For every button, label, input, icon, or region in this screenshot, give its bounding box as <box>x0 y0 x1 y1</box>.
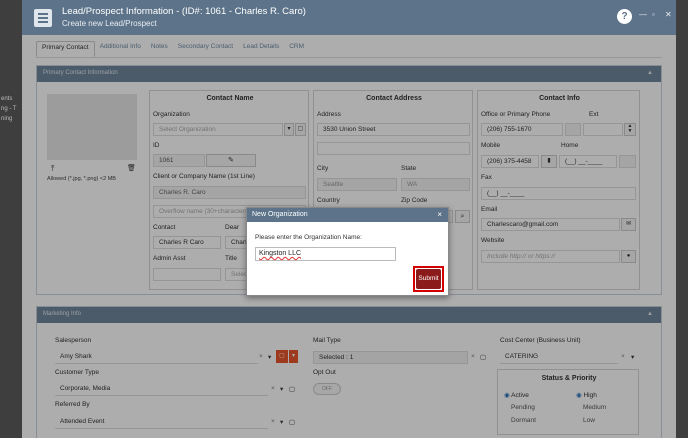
background-app-strip-right <box>676 0 688 438</box>
dialog-titlebar: New Organization × <box>247 208 448 222</box>
close-button[interactable]: ✕ <box>665 10 672 19</box>
minimize-button[interactable]: — <box>639 10 647 19</box>
bg-fragment: ning <box>1 116 13 122</box>
background-app-strip: ents ng - T ning <box>0 0 22 438</box>
new-organization-dialog: New Organization × Please enter the Orga… <box>246 207 449 296</box>
bg-fragment: ng - T <box>1 106 17 112</box>
list-icon <box>34 9 52 27</box>
bg-fragment: ents <box>1 96 13 102</box>
window-titlebar: Lead/Prospect Information - (ID#: 1061 -… <box>22 0 676 35</box>
close-icon[interactable]: × <box>437 210 442 219</box>
submit-button[interactable]: Submit <box>416 269 441 289</box>
input-text: Kingston LLC <box>259 250 302 257</box>
help-icon[interactable]: ? <box>617 9 632 24</box>
window-title: Lead/Prospect Information - (ID#: 1061 -… <box>62 6 306 17</box>
dialog-title: New Organization <box>252 211 308 218</box>
window-subtitle: Create new Lead/Prospect <box>62 19 157 28</box>
restore-button[interactable]: ▫ <box>652 10 655 19</box>
organization-name-input[interactable]: Kingston LLC <box>255 247 396 261</box>
dialog-prompt: Please enter the Organization Name: <box>255 234 362 241</box>
